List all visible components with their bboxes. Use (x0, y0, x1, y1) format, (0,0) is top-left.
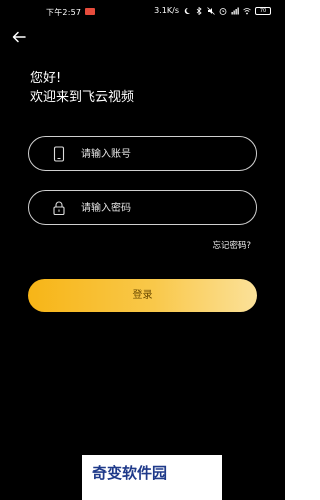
greeting-welcome: 欢迎来到飞云视频 (30, 90, 135, 105)
password-input[interactable] (81, 199, 241, 217)
greeting: 您好! 欢迎来到飞云视频 (30, 69, 134, 107)
forgot-password-link[interactable]: 忘记密码? (212, 239, 251, 251)
arrow-left-icon[interactable] (11, 30, 27, 44)
status-time: 下午2:57 (46, 8, 82, 17)
signal-icon (231, 7, 239, 14)
status-bar: 下午2:57 3.1K/s 70 (0, 0, 285, 22)
account-input[interactable] (81, 145, 241, 163)
watermark-logo: 奇变软件园 (82, 455, 222, 500)
login-button[interactable]: 登录 (28, 279, 257, 312)
phone-icon (53, 146, 65, 162)
account-field[interactable] (28, 136, 257, 171)
watermark-text: 奇变软件园 (92, 464, 168, 482)
battery-indicator: 70 (255, 6, 271, 15)
bluetooth-icon (196, 6, 202, 15)
moon-icon (184, 7, 190, 14)
mute-icon (207, 6, 215, 15)
login-screen: 下午2:57 3.1K/s 70 您好! 欢迎来到飞云视频 请输入账号 忘记密码… (0, 0, 285, 500)
alarm-icon (219, 7, 227, 15)
greeting-hello: 您好! (30, 71, 62, 86)
status-indicators: 3.1K/s 70 (154, 6, 271, 15)
wifi-icon (243, 7, 251, 14)
lock-icon (53, 201, 65, 216)
notification-app-icon (85, 8, 95, 15)
network-speed: 3.1K/s (154, 6, 179, 15)
password-field[interactable] (28, 190, 257, 225)
